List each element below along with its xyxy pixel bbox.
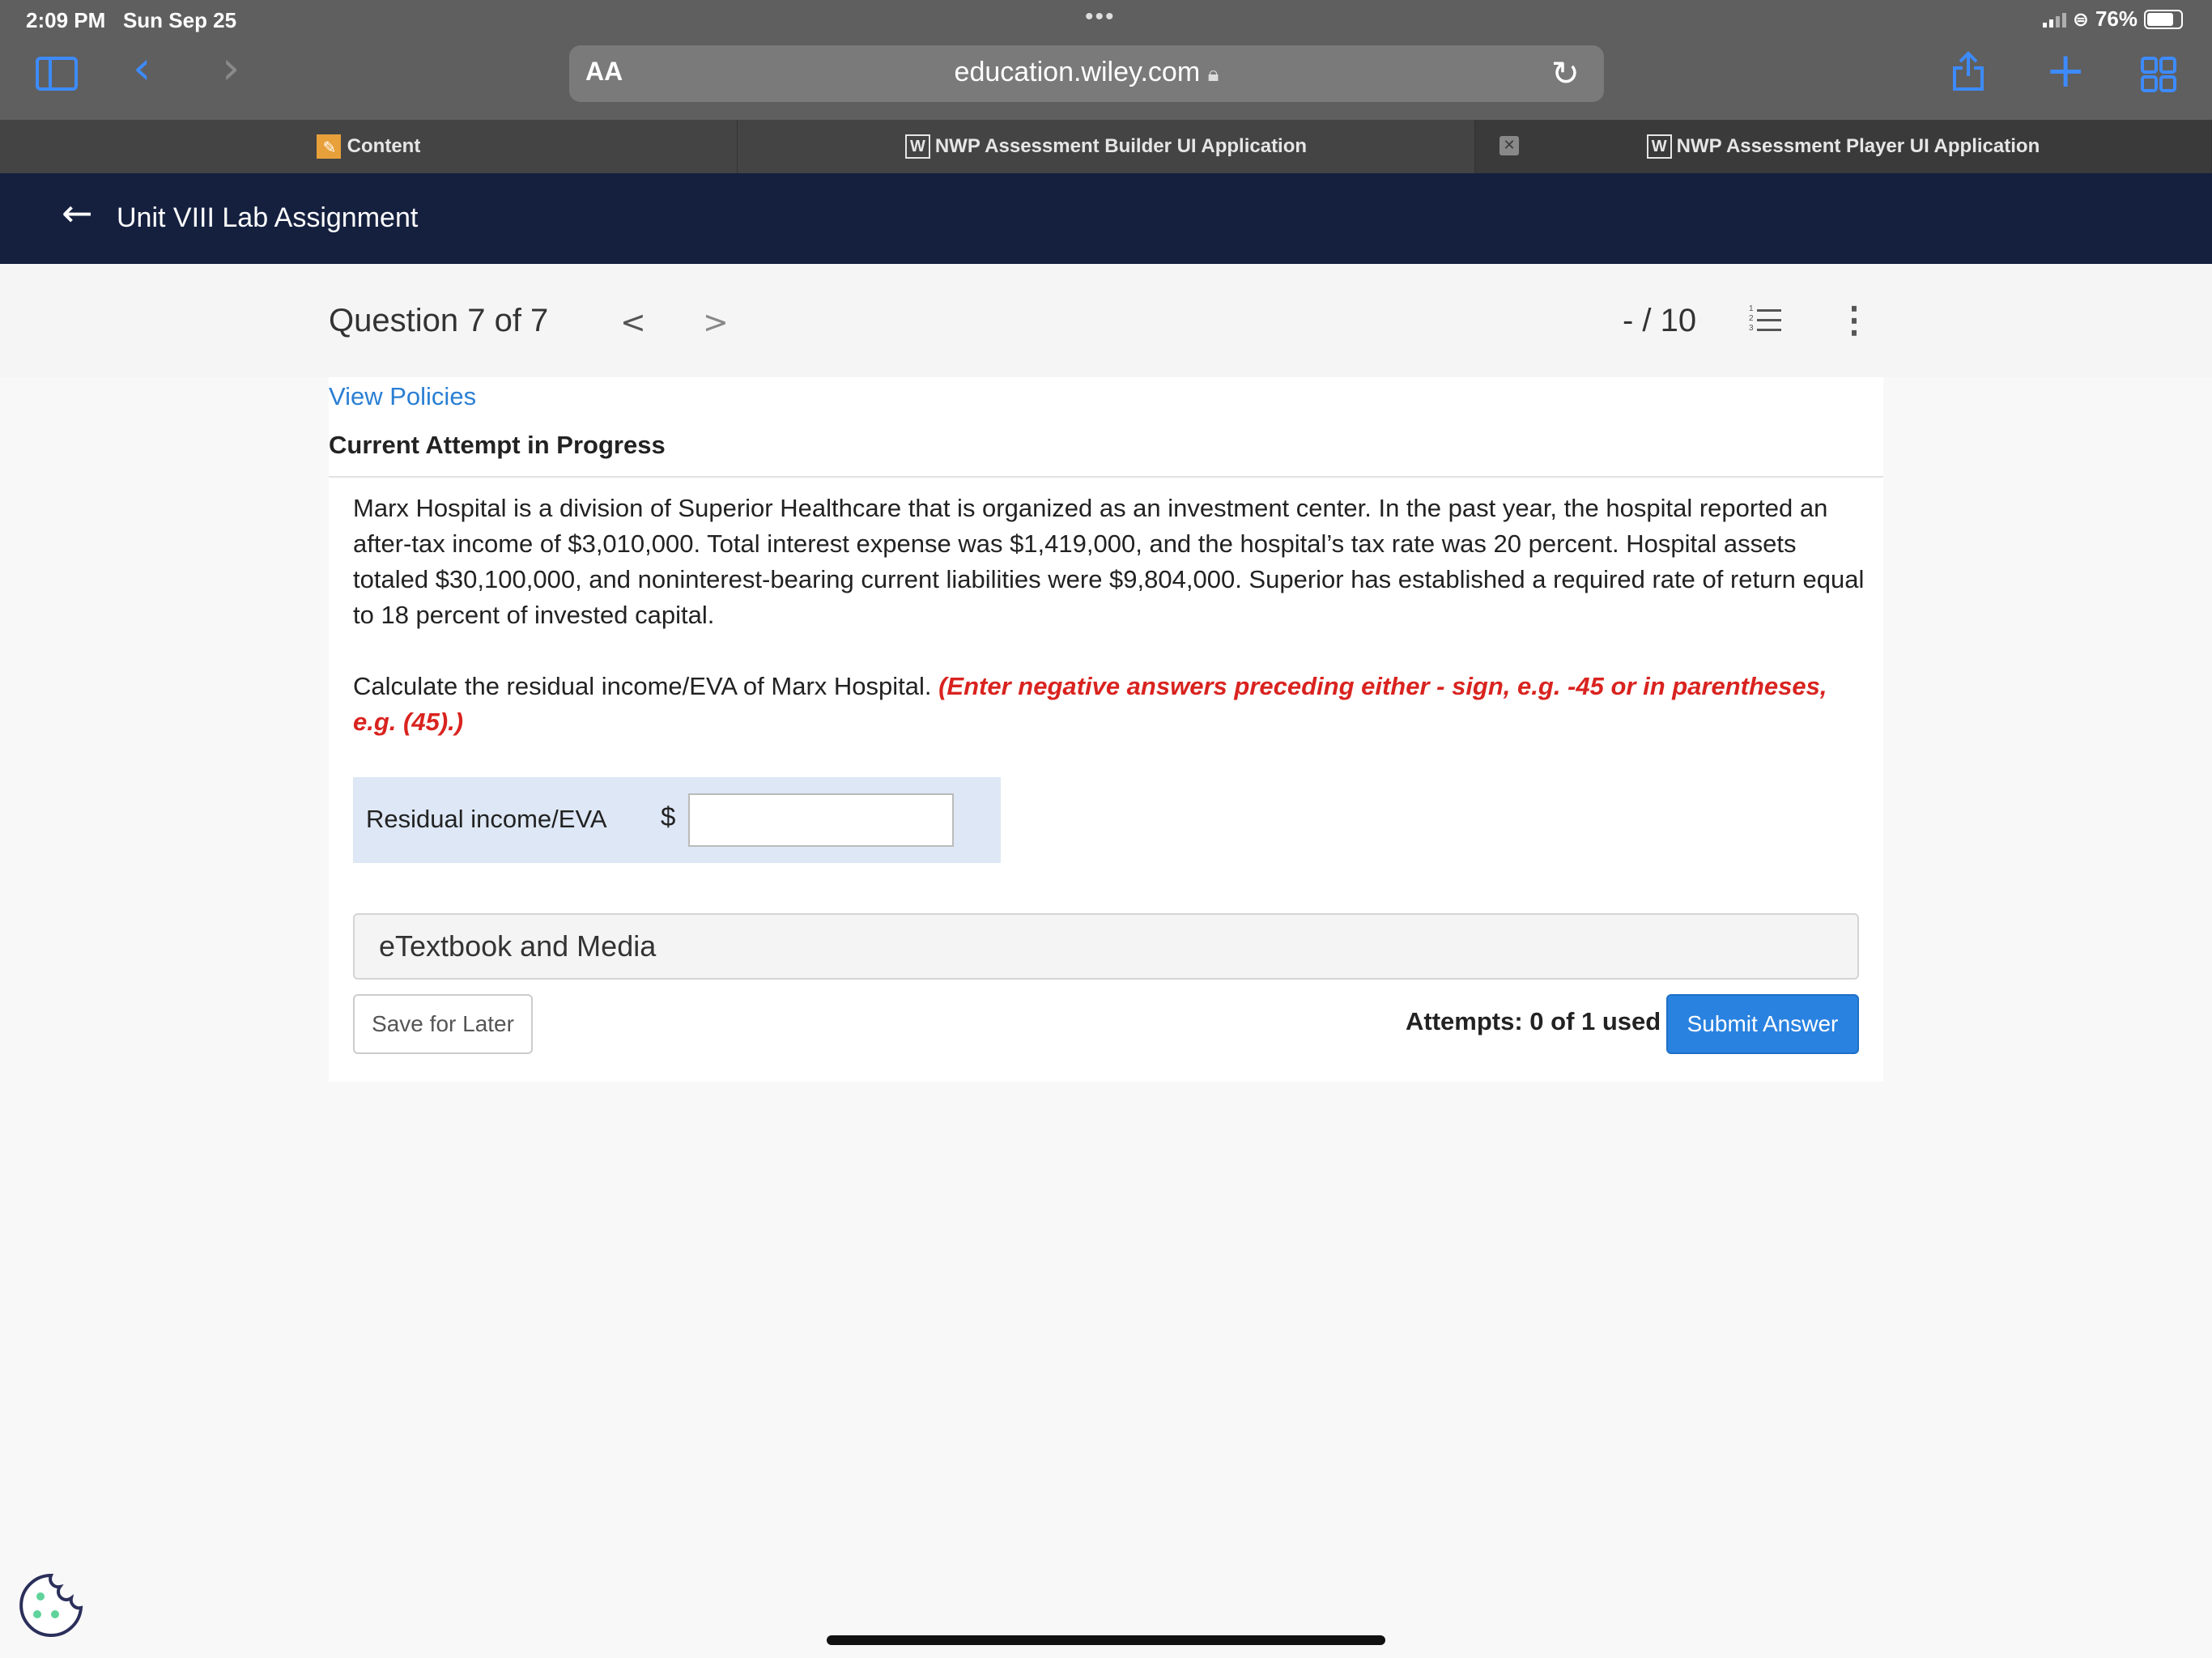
score: - / 10 xyxy=(1623,303,1697,338)
browser-toolbar: 2:09 PM Sun Sep 25 ••• ⊜ 76% ‹ › AA educ… xyxy=(0,0,2212,120)
tab-overview-icon[interactable] xyxy=(2141,57,2176,96)
tab-label: NWP Assessment Builder UI Application xyxy=(934,135,1308,157)
answer-label: Residual income/EVA xyxy=(366,805,607,833)
cookie-settings-icon[interactable] xyxy=(18,1572,84,1639)
pencil-icon: ✎ xyxy=(316,134,341,159)
share-icon[interactable] xyxy=(1951,50,1985,96)
tab-strip: ✎ Content W NWP Assessment Builder UI Ap… xyxy=(0,120,2212,173)
next-question-button[interactable]: > xyxy=(703,304,729,340)
battery-icon xyxy=(2144,9,2183,29)
w-logo-icon: W xyxy=(904,134,930,159)
battery-percent: 76% xyxy=(2095,6,2138,31)
etextbook-media-panel[interactable]: eTextbook and Media xyxy=(353,913,1859,980)
url-field[interactable]: education.wiley.com 🔒︎ xyxy=(569,57,1604,88)
assignment-title: Unit VIII Lab Assignment xyxy=(117,202,419,233)
submit-answer-button[interactable]: Submit Answer xyxy=(1666,994,1859,1054)
sidebar-toggle-icon[interactable] xyxy=(36,57,78,91)
time-text: 2:09 PM xyxy=(26,8,106,32)
problem-text: Marx Hospital is a division of Superior … xyxy=(353,494,1865,629)
question-card: View Policies Current Attempt in Progres… xyxy=(329,377,1883,1082)
tab-assessment-player[interactable]: ✕ W NWP Assessment Player UI Application xyxy=(1475,120,2212,173)
currency-symbol: $ xyxy=(661,801,676,831)
save-for-later-button[interactable]: Save for Later xyxy=(353,994,533,1054)
instruction: Calculate the residual income/EVA of Mar… xyxy=(353,669,1867,740)
answer-row: Residual income/EVA $ xyxy=(353,777,1001,863)
new-tab-icon[interactable]: + xyxy=(2045,42,2086,99)
question-title: Question 7 of 7 xyxy=(329,303,549,338)
more-options-icon[interactable]: ⋮ xyxy=(1836,303,1872,338)
reload-icon[interactable]: ↻ xyxy=(1551,53,1580,93)
view-policies-link[interactable]: View Policies xyxy=(329,382,476,411)
status-time: 2:09 PM Sun Sep 25 xyxy=(26,8,236,33)
attempts-counter: Attempts: 0 of 1 used xyxy=(1406,1007,1661,1035)
forward-chevron-icon[interactable]: › xyxy=(222,42,240,95)
tab-label: NWP Assessment Player UI Application xyxy=(1676,135,2040,157)
tab-label: Content xyxy=(347,135,421,157)
signal-icon xyxy=(2042,11,2066,28)
divider xyxy=(329,476,1883,478)
attempt-heading: Current Attempt in Progress xyxy=(329,431,666,459)
instruction-text: Calculate the residual income/EVA of Mar… xyxy=(353,672,932,700)
status-indicators: ⊜ 76% xyxy=(2042,6,2183,32)
w-logo-icon: W xyxy=(1646,134,1672,159)
date-text: Sun Sep 25 xyxy=(122,8,237,32)
home-indicator[interactable] xyxy=(827,1635,1385,1645)
question-bar: Question 7 of 7 < > - / 10 123 ⋮ xyxy=(0,264,2212,377)
wifi-icon: ⊜ xyxy=(2072,7,2089,31)
back-chevron-icon[interactable]: ‹ xyxy=(133,42,151,95)
residual-income-input[interactable] xyxy=(688,793,954,847)
tab-content[interactable]: ✎ Content xyxy=(0,120,738,173)
address-bar[interactable]: AA education.wiley.com 🔒︎ ↻ xyxy=(569,45,1604,102)
url-text: education.wiley.com xyxy=(954,57,1201,87)
etextbook-label: eTextbook and Media xyxy=(379,929,657,963)
tab-assessment-builder[interactable]: W NWP Assessment Builder UI Application xyxy=(738,120,1475,173)
app-header: ← Unit VIII Lab Assignment xyxy=(0,173,2212,264)
question-list-icon[interactable]: 123 xyxy=(1749,304,1781,335)
lock-icon: 🔒︎ xyxy=(1207,62,1219,87)
close-tab-icon[interactable]: ✕ xyxy=(1499,136,1519,155)
back-arrow-icon[interactable]: ← xyxy=(62,191,93,235)
multitasking-dots[interactable]: ••• xyxy=(1085,3,1116,31)
prev-question-button[interactable]: < xyxy=(620,304,646,340)
